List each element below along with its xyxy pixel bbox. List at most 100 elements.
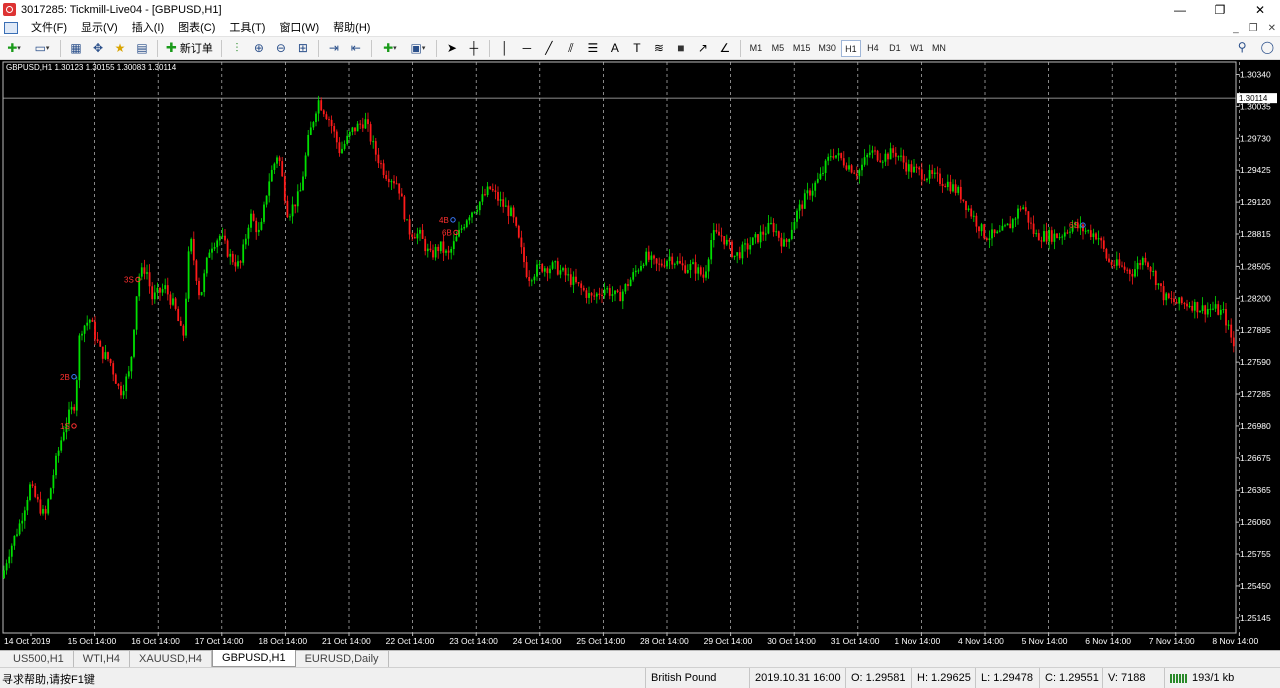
candle-bull: [289, 216, 291, 218]
cursor-button[interactable]: ➤: [442, 39, 462, 58]
menu-insert[interactable]: 插入(I): [125, 19, 171, 37]
document-icon[interactable]: [4, 21, 18, 34]
timeframe-h1[interactable]: H1: [840, 39, 861, 57]
terminal-button[interactable]: ▤: [132, 39, 152, 58]
timeframe-w1[interactable]: W1: [907, 40, 927, 57]
menu-tools[interactable]: 工具(T): [222, 19, 272, 37]
y-tick-label: 1.29730: [1240, 133, 1271, 143]
vertical-line-button[interactable]: │: [495, 39, 515, 58]
candle-bear: [983, 224, 986, 239]
auto-scroll-button[interactable]: ⇥: [324, 39, 344, 58]
tab-us500[interactable]: US500,H1: [4, 651, 74, 667]
text-label-icon: T: [633, 41, 641, 55]
candle-bear: [970, 208, 973, 217]
candle-bear: [491, 188, 494, 191]
crosshair-button[interactable]: ┼: [464, 39, 484, 58]
tab-xauusd[interactable]: XAUUSD,H4: [130, 651, 213, 667]
channel-button[interactable]: ⫽: [561, 39, 581, 58]
chat-icon[interactable]: ◯: [1261, 40, 1274, 54]
candle-bear: [655, 258, 658, 264]
mdi-minimize-button[interactable]: _: [1233, 23, 1239, 34]
chart-window[interactable]: 14 Oct 2019 15 Oct 14:00 16 Oct 14:00 17 Oc…: [0, 60, 1280, 650]
menu-view[interactable]: 显示(V): [74, 19, 125, 37]
menu-window[interactable]: 窗口(W): [272, 19, 326, 37]
minimize-button[interactable]: —: [1160, 0, 1200, 19]
candle-bull: [299, 190, 302, 192]
market-watch-button[interactable]: ▦: [66, 39, 86, 58]
timeframe-mn[interactable]: MN: [929, 40, 949, 57]
candle-bull: [837, 153, 840, 156]
tab-gbpusd[interactable]: GBPUSD,H1: [212, 650, 296, 667]
channel-icon: ⫽: [568, 40, 574, 55]
mdi-restore-button[interactable]: ❐: [1249, 23, 1258, 34]
candle-bull: [707, 259, 710, 272]
chart-tabs: US500,H1 WTI,H4 XAUUSD,H4 GBPUSD,H1 EURU…: [0, 650, 1280, 667]
zoom-in-button[interactable]: ⊕: [249, 39, 269, 58]
new-order-button[interactable]: ✚ 新订单: [162, 39, 217, 58]
timeframe-d1[interactable]: D1: [885, 40, 905, 57]
toolbar: ✚ ▾ ▭ ▾ ▦ ✥ ★ ▤ ✚ 新订单 ⫶ ⊕ ⊖ ⊞ ⇥ ⇤ ✚ ▾ ▣ ▾ ➤ ┼…: [0, 37, 1280, 60]
candle-bull: [221, 235, 224, 237]
gann-button[interactable]: ≋: [649, 39, 669, 58]
y-tick-label: 1.25145: [1240, 613, 1271, 623]
candle-bull: [5, 563, 8, 571]
timeframe-h4[interactable]: H4: [863, 40, 883, 57]
timeframe-m15[interactable]: M15: [790, 40, 814, 57]
candle-bear: [1105, 248, 1108, 259]
fibonacci-button[interactable]: ☰: [583, 39, 603, 58]
chart-shift-button[interactable]: ⇤: [346, 39, 366, 58]
text-button[interactable]: A: [605, 39, 625, 58]
indicators-button[interactable]: ✚ ▾: [377, 39, 403, 58]
menu-charts[interactable]: 图表(C): [171, 19, 222, 37]
crosshair-icon: ┼: [469, 41, 479, 55]
candle-bull: [452, 241, 455, 250]
tab-eurusd[interactable]: EURUSD,Daily: [296, 651, 389, 667]
trendline-button[interactable]: ╱: [539, 39, 559, 58]
candle-bear: [1056, 233, 1058, 238]
menu-file[interactable]: 文件(F): [24, 19, 74, 37]
candle-bull: [29, 484, 31, 500]
text-label-button[interactable]: T: [627, 39, 647, 58]
menu-help[interactable]: 帮助(H): [326, 19, 377, 37]
candle-bear: [569, 274, 572, 285]
candle-bear: [432, 250, 434, 258]
rectangle-button[interactable]: ■: [671, 39, 691, 58]
shapes-button[interactable]: ∠: [715, 39, 735, 58]
candle-bull: [218, 235, 221, 241]
status-bar: 寻求帮助,请按F1键 British Pound 2019.10.31 16:0…: [0, 667, 1280, 688]
arrows-button[interactable]: ↗: [693, 39, 713, 58]
zoom-out-button[interactable]: ⊖: [271, 39, 291, 58]
candle-bull: [3, 570, 5, 579]
candle-bull: [819, 173, 822, 179]
search-icon[interactable]: ⚲: [1238, 40, 1247, 54]
templates-button[interactable]: ▣ ▾: [405, 39, 431, 58]
candle-bull: [673, 263, 676, 265]
new-chart-button[interactable]: ✚ ▾: [1, 39, 27, 58]
candle-bull: [900, 155, 902, 157]
navigator-button[interactable]: ✥: [88, 39, 108, 58]
candle-bull: [881, 161, 884, 163]
candle-bull: [967, 208, 970, 210]
timeframe-m1[interactable]: M1: [746, 40, 766, 57]
maximize-button[interactable]: ❐: [1200, 0, 1240, 19]
tile-windows-button[interactable]: ⊞: [293, 39, 313, 58]
candle-bull: [486, 186, 489, 196]
candle-bear: [582, 287, 585, 291]
timeframe-m30[interactable]: M30: [815, 40, 839, 57]
mdi-close-button[interactable]: ✕: [1268, 23, 1276, 34]
price-chart[interactable]: 14 Oct 2019 15 Oct 14:00 16 Oct 14:00 17 Oc…: [0, 60, 1280, 650]
auto-trading-button[interactable]: ⫶: [227, 39, 247, 58]
candle-bear: [437, 246, 440, 252]
timeframe-m5[interactable]: M5: [768, 40, 788, 57]
y-tick-label: 1.28505: [1240, 261, 1271, 271]
horizontal-line-icon: ─: [522, 41, 532, 55]
tab-wti[interactable]: WTI,H4: [74, 651, 131, 667]
trade-marker-dot: [71, 423, 77, 429]
horizontal-line-button[interactable]: ─: [517, 39, 537, 58]
candle-bear: [905, 162, 908, 172]
candle-bull: [637, 270, 640, 272]
close-button[interactable]: ✕: [1240, 0, 1280, 19]
favorites-button[interactable]: ★: [110, 39, 130, 58]
profiles-button[interactable]: ▭ ▾: [29, 39, 55, 58]
x-tick-label: 1 Nov 14:00: [894, 636, 940, 646]
